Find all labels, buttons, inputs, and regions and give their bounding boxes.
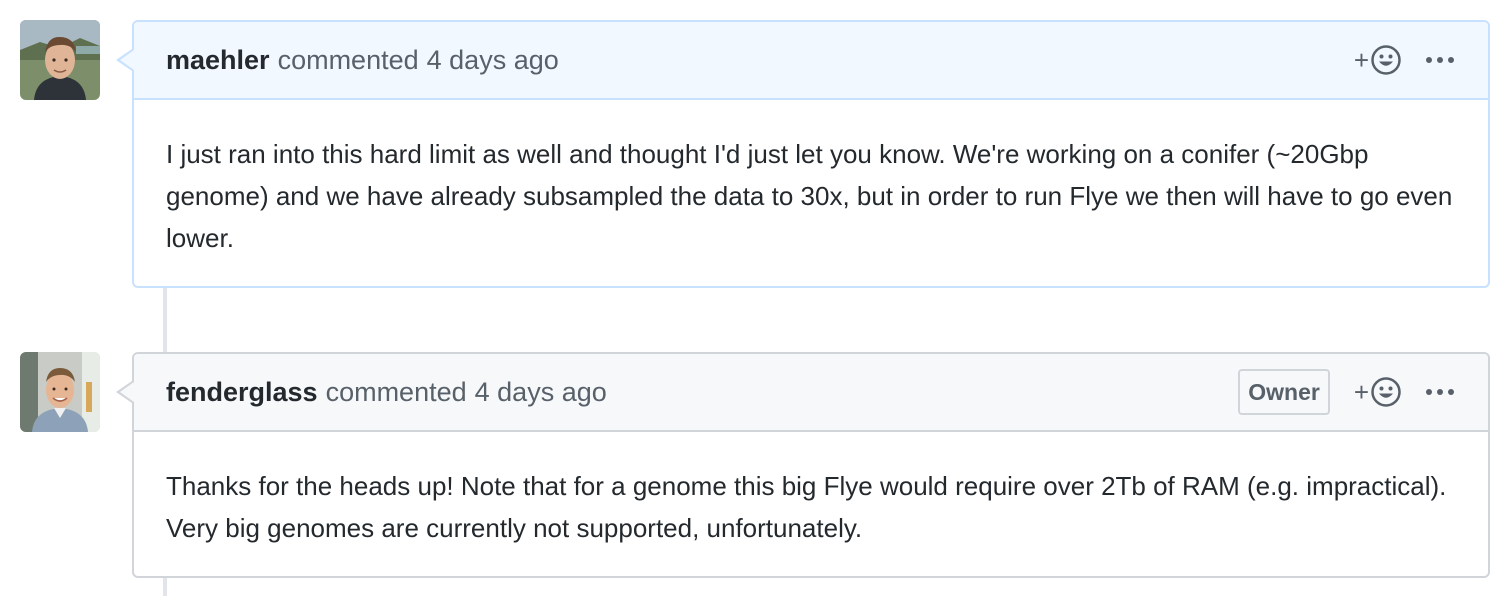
avatar-image: [20, 20, 100, 100]
owner-badge: Owner: [1238, 369, 1330, 415]
more-options-icon[interactable]: [1424, 44, 1456, 76]
smiley-icon: [1371, 377, 1401, 407]
comment-header: maehler commented 4 days ago +: [134, 22, 1488, 100]
avatar-image: [20, 352, 100, 432]
comment-body: Thanks for the heads up! Note that for a…: [166, 471, 1447, 543]
comment-card: maehler commented 4 days ago + I just ran…: [116, 20, 1490, 288]
avatar-fenderglass[interactable]: [20, 352, 100, 432]
comment-meta: commented 4 days ago: [326, 377, 607, 408]
comment-author[interactable]: fenderglass: [166, 377, 318, 408]
plus-icon: +: [1353, 45, 1369, 75]
comment-header: fenderglass commented 4 days ago Owner +: [134, 354, 1488, 432]
comment-actions: Owner +: [1238, 369, 1456, 415]
comment-timestamp[interactable]: 4 days ago: [427, 45, 559, 75]
more-options-icon[interactable]: [1424, 376, 1456, 408]
comment-actions: +: [1354, 44, 1456, 76]
add-reaction-button[interactable]: +: [1354, 44, 1402, 76]
comment-action: commented: [277, 44, 419, 75]
comment-timestamp[interactable]: 4 days ago: [475, 377, 607, 407]
comment-card: fenderglass commented 4 days ago Owner + …: [116, 352, 1490, 578]
comment-body: I just ran into this hard limit as well …: [166, 139, 1453, 253]
comment-author[interactable]: maehler: [166, 45, 270, 76]
avatar-maehler[interactable]: [20, 20, 100, 100]
add-reaction-button[interactable]: +: [1354, 376, 1402, 408]
comment-meta: commented 4 days ago: [278, 45, 559, 76]
smiley-icon: [1371, 45, 1401, 75]
comment-action: commented: [325, 376, 467, 407]
plus-icon: +: [1353, 377, 1369, 407]
